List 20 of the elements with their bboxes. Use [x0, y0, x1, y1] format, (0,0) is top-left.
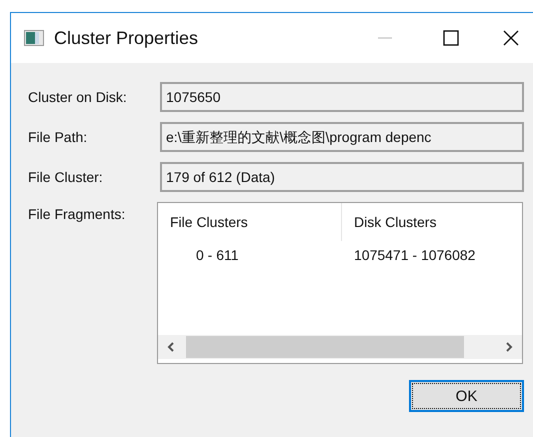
ok-button[interactable]: OK	[409, 380, 524, 412]
field-label: File Path:	[28, 129, 88, 145]
table-cell-text: 0 - 611	[195, 247, 240, 263]
column-header[interactable]: File Clusters	[158, 203, 342, 241]
close-icon[interactable]	[502, 29, 520, 47]
window-title: Cluster Properties	[54, 28, 198, 48]
table-cell-text: 1075471 - 1076082	[353, 247, 476, 263]
horizontal-scrollbar[interactable]	[158, 335, 522, 359]
app-icon	[24, 30, 44, 46]
maximize-icon[interactable]	[443, 30, 459, 46]
read-only-field[interactable]: e:\重新整理的文献\概念图\program depenc	[160, 122, 524, 152]
read-only-field[interactable]: 1075650	[160, 82, 524, 112]
field-label: File Cluster:	[28, 169, 104, 185]
read-only-field[interactable]: 179 of 612 (Data)	[160, 162, 524, 192]
scroll-right-icon[interactable]	[504, 341, 514, 353]
column-header[interactable]: Disk Clusters	[342, 203, 436, 241]
field-label: File Fragments:	[28, 206, 126, 222]
field-label: Cluster on Disk:	[28, 89, 128, 105]
scrollbar-thumb[interactable]	[186, 336, 464, 358]
scroll-left-icon[interactable]	[166, 341, 176, 353]
